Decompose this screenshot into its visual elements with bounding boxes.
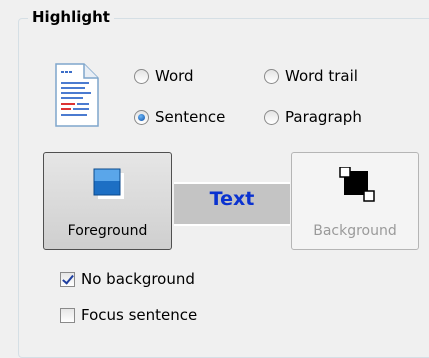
radio-paragraph[interactable]: Paragraph	[264, 108, 362, 126]
highlight-group-title: Highlight	[28, 8, 114, 26]
highlight-preview-text: Text	[209, 188, 255, 210]
foreground-color-icon	[93, 168, 124, 199]
checkbox-focus-sentence[interactable]: Focus sentence	[60, 306, 197, 324]
radio-sentence-circle[interactable]	[134, 109, 149, 125]
foreground-button-label: Foreground	[67, 223, 148, 239]
radio-word-circle[interactable]	[134, 68, 149, 84]
radio-paragraph-label: Paragraph	[285, 108, 362, 126]
checkbox-focus-sentence-label: Focus sentence	[81, 306, 198, 324]
checkbox-no-background[interactable]: No background	[60, 270, 195, 288]
checkbox-no-background-label: No background	[81, 270, 195, 288]
radio-sentence[interactable]: Sentence	[134, 108, 225, 126]
radio-word-label: Word	[155, 67, 194, 85]
background-color-icon	[339, 167, 375, 202]
background-button[interactable]: Background	[291, 152, 419, 250]
checkbox-no-background-box[interactable]	[60, 271, 75, 287]
radio-word-trail[interactable]: Word trail	[264, 67, 358, 85]
radio-word[interactable]: Word	[134, 67, 194, 85]
radio-word-trail-circle[interactable]	[264, 68, 279, 84]
radio-word-trail-label: Word trail	[285, 67, 358, 85]
background-button-label: Background	[313, 223, 397, 239]
checkbox-focus-sentence-box[interactable]	[60, 307, 75, 323]
foreground-button[interactable]: Foreground	[43, 152, 172, 250]
radio-sentence-label: Sentence	[155, 108, 226, 126]
document-icon	[54, 62, 100, 128]
radio-paragraph-circle[interactable]	[264, 109, 279, 125]
